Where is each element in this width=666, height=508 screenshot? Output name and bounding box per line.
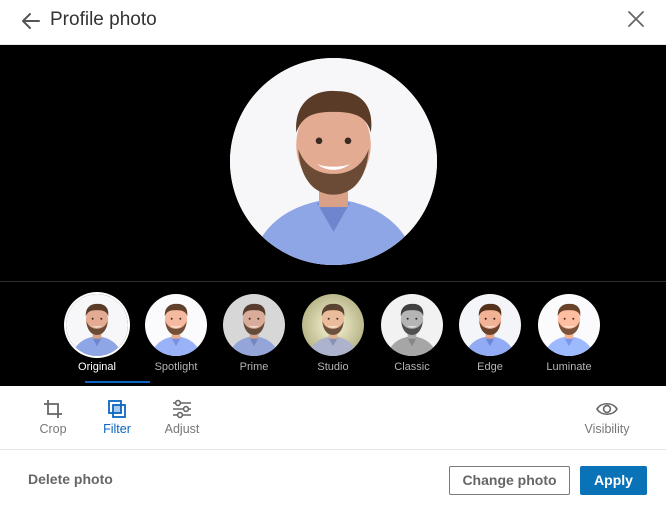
filter-icon xyxy=(108,400,126,418)
filter-label: Original xyxy=(78,361,116,373)
filter-studio[interactable]: Studio xyxy=(299,294,365,386)
filter-label: Prime xyxy=(239,361,269,373)
crop-label: Crop xyxy=(39,422,67,436)
crop-button[interactable]: Crop xyxy=(23,398,83,442)
sliders-icon xyxy=(173,399,191,419)
photo-stage: Original Spotlight Prime Studio Classic … xyxy=(0,45,666,386)
filter-thumbnail xyxy=(459,294,521,356)
visibility-button[interactable]: Visibility xyxy=(577,398,637,442)
crop-icon xyxy=(44,400,62,418)
filter-prime[interactable]: Prime xyxy=(220,294,286,386)
visibility-label: Visibility xyxy=(584,422,630,436)
filter-thumbnail xyxy=(381,294,443,356)
delete-photo-button[interactable]: Delete photo xyxy=(28,471,113,487)
filter-thumbnail xyxy=(145,294,207,356)
adjust-label: Adjust xyxy=(164,422,200,436)
filter-thumbnail xyxy=(66,294,128,356)
filter-label: Studio xyxy=(317,361,349,373)
filter-thumbnail xyxy=(223,294,285,356)
eye-icon xyxy=(596,402,618,416)
filter-thumbnail xyxy=(302,294,364,356)
filter-label: Classic xyxy=(394,361,430,373)
dialog-footer: Delete photo Change photo Apply xyxy=(0,451,666,508)
filter-thumbnail xyxy=(538,294,600,356)
filter-classic[interactable]: Classic xyxy=(378,294,444,386)
close-icon[interactable] xyxy=(624,7,648,31)
filter-label: Filter xyxy=(103,422,131,436)
change-photo-button[interactable]: Change photo xyxy=(449,466,570,495)
stage-divider xyxy=(0,281,666,282)
apply-button[interactable]: Apply xyxy=(580,466,647,495)
filter-label: Luminate xyxy=(546,361,592,373)
filter-selected-indicator xyxy=(85,381,150,383)
filter-edge[interactable]: Edge xyxy=(456,294,522,386)
dialog-header: Profile photo xyxy=(0,0,666,45)
filter-button[interactable]: Filter xyxy=(87,398,147,442)
filter-spotlight[interactable]: Spotlight xyxy=(142,294,208,386)
page-title: Profile photo xyxy=(50,9,157,30)
adjust-button[interactable]: Adjust xyxy=(152,398,212,442)
filter-luminate[interactable]: Luminate xyxy=(535,294,601,386)
filter-label: Edge xyxy=(477,361,503,373)
edit-toolbar: Crop Filter Adjust Visibility xyxy=(0,386,666,450)
profile-photo xyxy=(230,58,437,265)
filter-original[interactable]: Original xyxy=(63,294,150,386)
filter-strip: Original Spotlight Prime Studio Classic … xyxy=(0,294,666,386)
arrow-left-icon[interactable] xyxy=(18,8,44,34)
filter-label: Spotlight xyxy=(154,361,198,373)
